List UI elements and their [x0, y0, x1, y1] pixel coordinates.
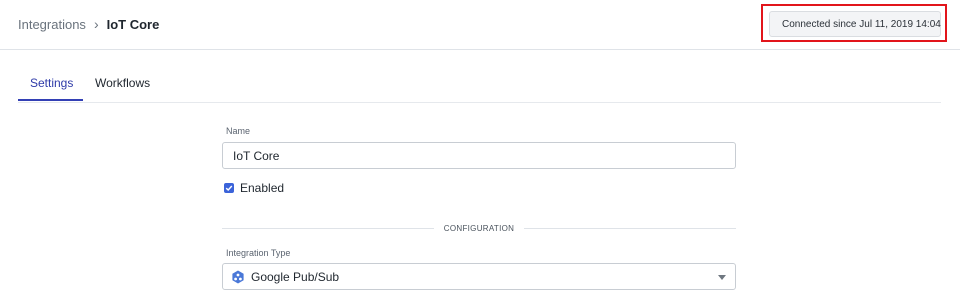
tab-bar: Settings Workflows: [18, 68, 941, 103]
breadcrumb-integrations-link[interactable]: Integrations: [18, 17, 86, 32]
top-bar: Integrations › IoT Core Connected since …: [0, 0, 960, 50]
google-cloud-icon: [232, 270, 244, 283]
status-highlight-box: [761, 4, 947, 42]
breadcrumb: Integrations › IoT Core: [18, 16, 159, 32]
configuration-divider: CONFIGURATION: [222, 221, 737, 235]
enabled-checkbox[interactable]: [224, 183, 234, 193]
name-label: Name: [226, 126, 251, 136]
checkmark-icon: [225, 185, 233, 191]
chevron-down-icon: [718, 275, 726, 280]
breadcrumb-separator: ›: [93, 16, 99, 32]
integration-type-select[interactable]: Google Pub/Sub: [222, 263, 736, 290]
name-input[interactable]: [222, 142, 736, 169]
integration-type-value: Google Pub/Sub: [251, 269, 340, 284]
enabled-label: Enabled: [240, 181, 285, 195]
configuration-heading: CONFIGURATION: [443, 223, 515, 233]
active-tab-indicator: [18, 99, 83, 101]
tab-settings[interactable]: Settings: [30, 76, 73, 90]
integration-type-label: Integration Type: [226, 248, 291, 258]
enabled-toggle-row[interactable]: Enabled: [224, 181, 284, 195]
breadcrumb-current: IoT Core: [106, 16, 160, 32]
tab-workflows[interactable]: Workflows: [95, 76, 150, 90]
divider-line-left: [222, 227, 434, 229]
divider-line-right: [524, 227, 737, 229]
